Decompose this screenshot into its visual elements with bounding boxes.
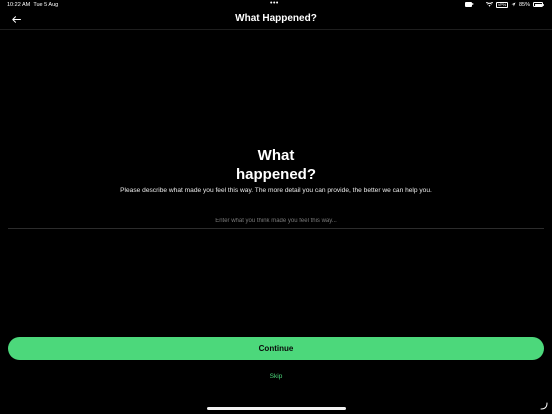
vpn-badge: VPN (495, 1, 508, 8)
skip-link[interactable]: Skip (0, 373, 552, 380)
navigation-bar: What Happened? (0, 10, 552, 30)
description-text: Please describe what made you feel this … (120, 187, 432, 194)
camera-icon (464, 2, 475, 8)
headline-line-2: happened? (235, 166, 316, 183)
page-title: What Happened? (235, 13, 317, 24)
continue-button[interactable]: Continue (8, 337, 544, 360)
battery-percentage: 85% (518, 1, 530, 8)
main-content: What happened? Please describe what made… (0, 146, 552, 194)
headline-line-1: What (257, 147, 295, 164)
status-time-date: 10:22 AM Tue 5 Aug (7, 2, 59, 8)
status-icons: VPN 85% (464, 1, 544, 8)
location-icon (511, 2, 516, 7)
feeling-reason-input[interactable] (8, 211, 544, 231)
multitasking-dots[interactable]: ••• (270, 0, 279, 7)
feeling-reason-field (8, 209, 544, 231)
headline: What happened? (0, 146, 552, 184)
wifi-icon (485, 2, 493, 7)
corner-resize-icon[interactable] (540, 402, 548, 410)
status-bar: 10:22 AM Tue 5 Aug ••• VPN 85% (0, 0, 552, 10)
battery-icon (533, 2, 544, 8)
home-indicator[interactable] (207, 407, 346, 410)
